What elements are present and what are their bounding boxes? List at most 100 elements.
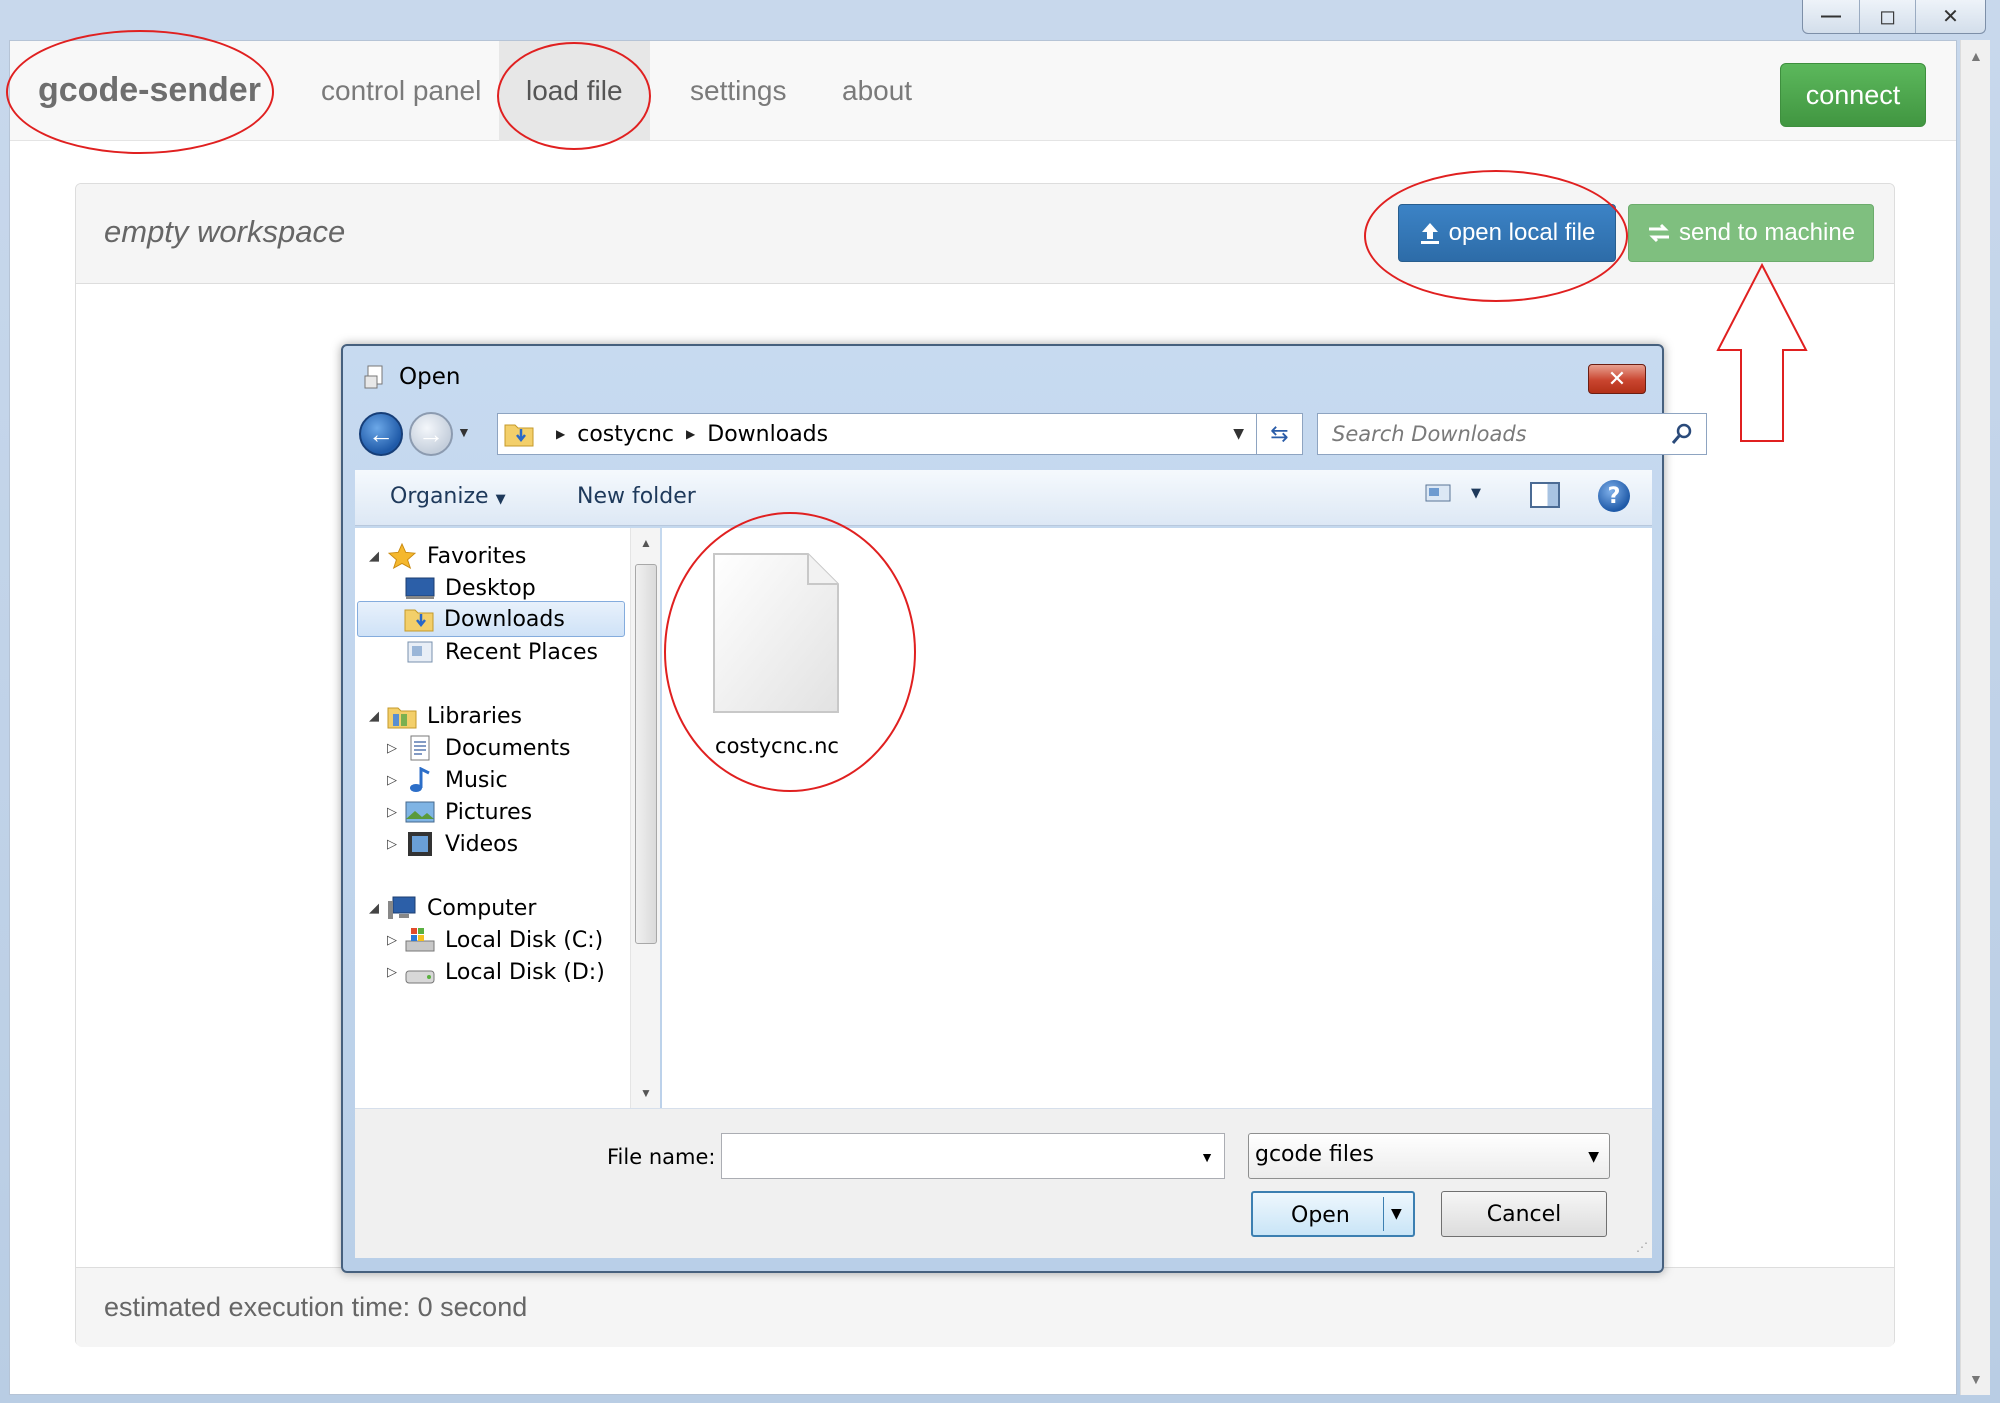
tree-computer[interactable]: ◢ Computer [369,890,536,926]
connect-button[interactable]: connect [1780,63,1926,127]
organize-menu[interactable]: Organize ▼ [390,484,506,509]
collapse-icon[interactable]: ◢ [369,709,387,724]
panel-heading: empty workspace open local file send to … [76,184,1894,284]
downloads-folder-icon [404,609,434,632]
tree-label: Videos [445,831,519,857]
tree-label: Libraries [427,703,523,729]
collapse-icon[interactable]: ◢ [369,901,387,916]
file-name: costycnc.nc [715,734,839,758]
dialog-close-button[interactable]: ✕ [1588,364,1646,394]
tree-local-disk-d[interactable]: ▷ Local Disk (D:) [387,954,605,990]
close-window-button[interactable]: ✕ [1915,0,1985,33]
history-dropdown-icon[interactable]: ▼ [457,424,471,440]
tree-favorites[interactable]: ◢ Favorites [369,538,526,574]
tree-label: Computer [427,895,537,921]
preview-pane-icon[interactable] [1530,482,1560,508]
tree-music[interactable]: ▷ Music [387,762,508,798]
tree-recent-places[interactable]: Recent Places [387,634,598,670]
open-button-label: Open [1291,1203,1350,1228]
maximize-button[interactable]: ◻ [1859,0,1915,33]
send-to-machine-button[interactable]: send to machine [1628,204,1874,262]
transfer-icon [1648,223,1669,243]
tree-label: Music [445,767,508,793]
expand-icon[interactable]: ▷ [387,773,405,788]
nav-settings[interactable]: settings [663,41,814,141]
breadcrumb-downloads[interactable]: Downloads [707,422,828,447]
tree-documents[interactable]: ▷ Documents [387,730,570,766]
scroll-down-icon[interactable]: ▼ [1969,1371,1983,1387]
cancel-button[interactable]: Cancel [1441,1191,1607,1237]
views-menu[interactable]: ▼ [1425,482,1481,504]
tree-label: Local Disk (D:) [445,959,605,985]
upload-icon [1420,223,1439,244]
open-options-icon[interactable]: ▼ [1391,1206,1402,1222]
tree-label: Recent Places [445,639,598,665]
breadcrumb-separator-icon: ▶ [556,427,566,441]
tree-libraries[interactable]: ◢ Libraries [369,698,522,734]
tree-label: Downloads [444,606,565,632]
chevron-down-icon[interactable]: ▼ [1200,1149,1214,1165]
help-icon[interactable]: ? [1598,480,1630,512]
open-local-file-label: open local file [1448,219,1596,246]
address-bar[interactable]: ▶ costycnc ▶ Downloads ▼ [497,413,1257,455]
brand[interactable]: gcode-sender [38,71,261,110]
expand-icon[interactable]: ▷ [387,965,405,980]
chevron-down-icon: ▼ [1588,1149,1599,1165]
execution-time: estimated execution time: 0 second [104,1292,528,1322]
scroll-down-icon[interactable]: ▼ [640,1086,652,1100]
collapse-icon[interactable]: ◢ [369,549,387,564]
refresh-button[interactable]: ⇆ [1257,413,1303,455]
tree-downloads[interactable]: Downloads [357,601,625,637]
file-icon [713,553,839,713]
open-local-file-button[interactable]: open local file [1398,204,1616,262]
search-icon [1671,423,1692,444]
tree-pictures[interactable]: ▷ Pictures [387,794,532,830]
expand-icon[interactable]: ▷ [387,741,405,756]
tree-videos[interactable]: ▷ Videos [387,826,518,862]
star-icon [387,543,417,569]
file-name-input[interactable]: ▼ [721,1133,1225,1179]
view-mode-icon [1425,484,1451,502]
chevron-down-icon: ▼ [1471,485,1481,501]
expand-icon[interactable]: ▷ [387,933,405,948]
tree-local-disk-c[interactable]: ▷ Local Disk (C:) [387,922,603,958]
music-icon [410,767,430,792]
forward-button[interactable]: → [409,412,453,456]
chevron-down-icon: ▼ [495,492,506,507]
open-button[interactable]: Open ▼ [1251,1191,1415,1237]
tree-label: Pictures [445,799,533,825]
expand-icon[interactable]: ▷ [387,837,405,852]
scroll-thumb[interactable] [635,564,657,944]
navbar: gcode-sender control panel load file set… [10,41,1956,141]
back-button[interactable]: ← [359,412,403,456]
new-folder-button[interactable]: New folder [577,484,696,509]
open-file-dialog: Open ✕ ← → ▼ ▶ costycnc ▶ Downloads ▼ ⇆ … [341,344,1707,1273]
videos-icon [408,832,432,856]
breadcrumb-separator-icon: ▶ [686,427,696,441]
minimize-button[interactable]: — [1803,0,1859,33]
window-controls: — ◻ ✕ [1802,0,1986,34]
search-input[interactable]: Search Downloads [1317,413,1707,455]
nav-load-file[interactable]: load file [499,41,650,141]
page-scrollbar[interactable]: ▲ ▼ [1960,40,1990,1395]
address-dropdown-icon[interactable]: ▼ [1233,426,1244,442]
nav-about[interactable]: about [815,41,939,141]
file-name-label: File name: [607,1145,716,1169]
computer-icon [388,896,416,919]
pictures-icon [405,801,435,823]
system-disk-icon [405,928,435,952]
scroll-up-icon[interactable]: ▲ [1969,48,1983,64]
breadcrumb-costycnc[interactable]: costycnc [577,422,674,447]
disk-drive-icon [405,970,435,984]
dialog-open-icon [364,365,383,389]
resize-grip-icon[interactable]: ⋰ [1636,1240,1648,1254]
file-type-select[interactable]: gcode files ▼ [1248,1133,1610,1179]
navigation-scrollbar[interactable]: ▲ ▼ [630,528,660,1108]
nav-control-panel[interactable]: control panel [294,41,508,141]
tree-label: Local Disk (C:) [445,927,604,953]
refresh-icon: ⇆ [1270,421,1289,446]
scroll-up-icon[interactable]: ▲ [640,536,652,550]
recent-places-icon [407,641,433,663]
expand-icon[interactable]: ▷ [387,805,405,820]
navigation-pane: ◢ Favorites Desktop Downloads Recent Pla… [355,528,630,1108]
